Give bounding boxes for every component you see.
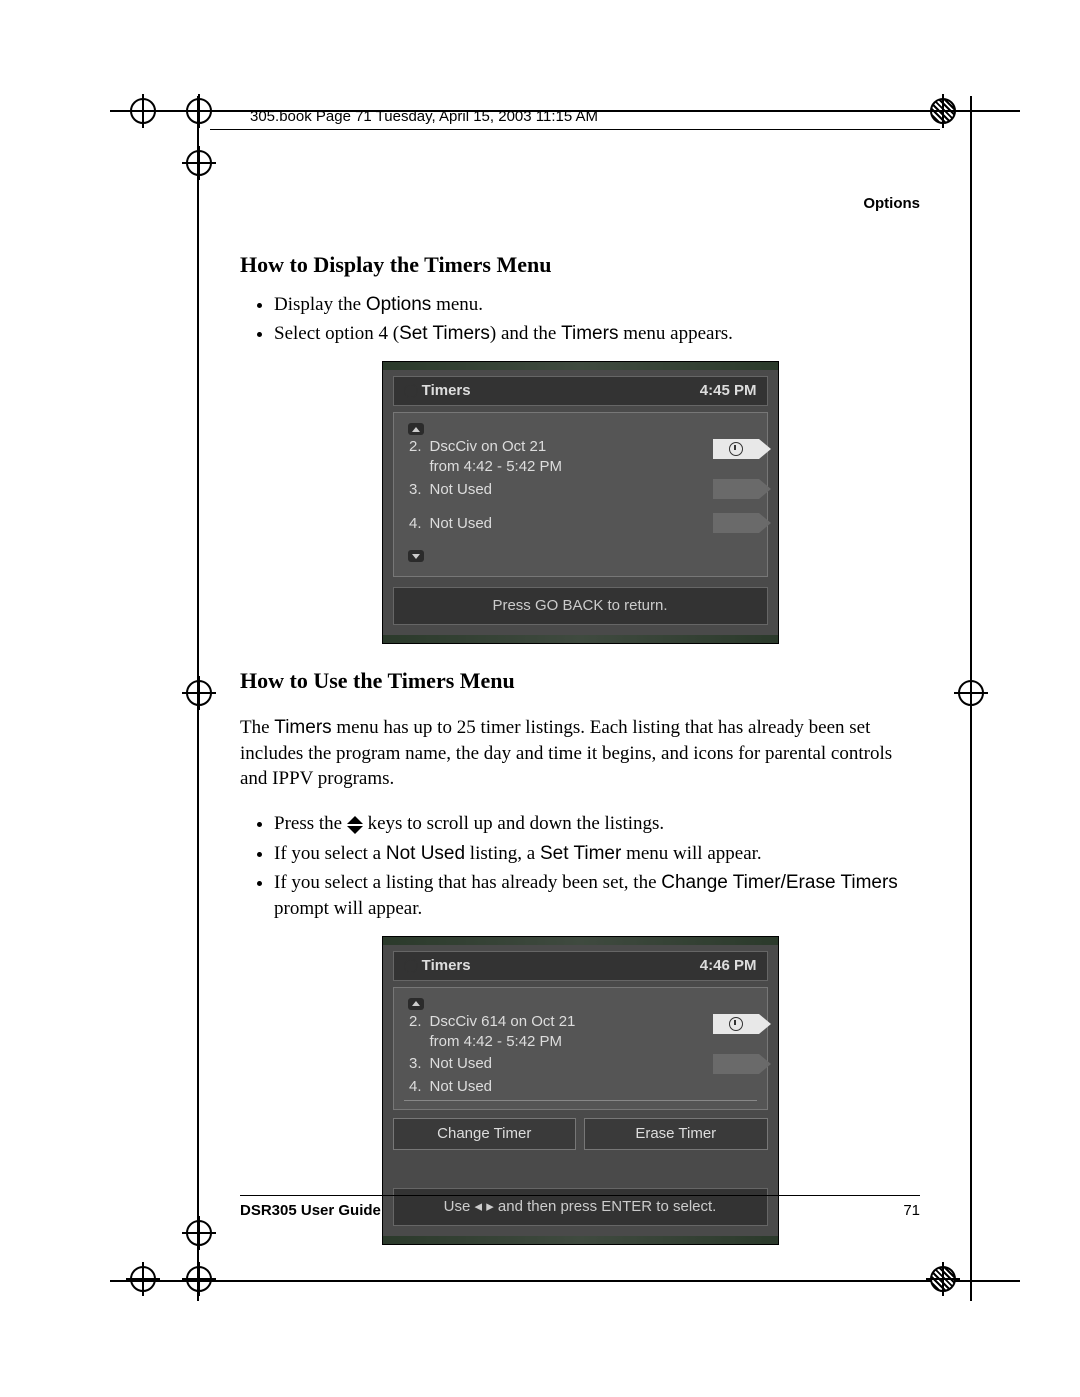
scroll-up-icon	[408, 998, 424, 1010]
timers-screenshot-1: Timers 4:45 PM 2.DscCiv on Oct 21from 4:…	[382, 361, 779, 645]
footer-page-number: 71	[903, 1202, 920, 1219]
erase-timer-button: Erase Timer	[584, 1118, 768, 1150]
clock-time: 4:45 PM	[700, 381, 757, 401]
timer-tag-icon	[713, 439, 759, 459]
section1-list: Display the Options menu. Select option …	[240, 292, 920, 347]
list-item: Select option 4 (Set Timers) and the Tim…	[274, 321, 920, 347]
book-header-text: 305.book Page 71 Tuesday, April 15, 2003…	[250, 108, 598, 125]
list-item: If you select a Not Used listing, a Set …	[274, 841, 920, 867]
clock-icon	[404, 959, 418, 973]
hint-bar: Press GO BACK to return.	[393, 587, 768, 625]
section2-list: Press the keys to scroll up and down the…	[240, 811, 920, 922]
updown-keys-icon	[347, 816, 363, 834]
scroll-down-icon	[408, 550, 424, 562]
list-item: If you select a listing that has already…	[274, 870, 920, 921]
scroll-up-icon	[408, 423, 424, 435]
empty-tag-icon	[713, 513, 759, 533]
change-timer-button: Change Timer	[393, 1118, 577, 1150]
button-row: Change Timer Erase Timer	[393, 1118, 768, 1150]
section-heading-2: How to Use the Timers Menu	[240, 666, 920, 696]
footer-guide: DSR305 User Guide	[240, 1202, 381, 1219]
running-head: Options	[863, 195, 920, 212]
clock-time: 4:46 PM	[700, 956, 757, 976]
section2-paragraph: The Timers menu has up to 25 timer listi…	[240, 715, 920, 792]
page-footer: DSR305 User Guide 71	[240, 1195, 920, 1219]
book-header: 305.book Page 71 Tuesday, April 15, 2003…	[210, 108, 940, 130]
timer-tag-icon	[713, 1014, 759, 1034]
list-item: Press the keys to scroll up and down the…	[274, 811, 920, 837]
empty-tag-icon	[713, 479, 759, 499]
empty-tag-icon	[713, 1054, 759, 1074]
clock-icon	[404, 384, 418, 398]
section-heading-1: How to Display the Timers Menu	[240, 250, 920, 280]
list-item: Display the Options menu.	[274, 292, 920, 318]
